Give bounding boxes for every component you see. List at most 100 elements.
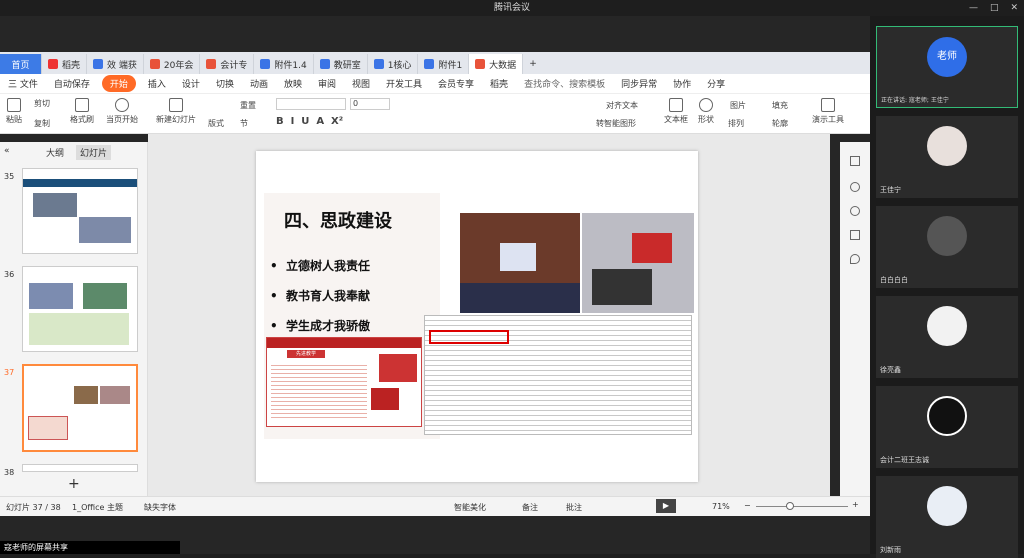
copy-icon[interactable] <box>850 230 860 240</box>
menu-start[interactable]: 开始 <box>101 75 136 92</box>
menu-file[interactable]: 三 文件 <box>0 77 46 90</box>
minimize-button[interactable]: — <box>969 0 978 16</box>
font-name-select[interactable] <box>276 98 346 110</box>
shape-button[interactable]: 形状 <box>698 98 714 125</box>
location-icon[interactable] <box>850 254 860 264</box>
menu-member[interactable]: 会员专享 <box>430 77 482 90</box>
participant-tile[interactable]: 徐亮鑫 <box>876 296 1018 378</box>
tab-outline[interactable]: 大纲 <box>46 146 64 159</box>
share-button[interactable]: 分享 <box>699 77 733 90</box>
play-current-button[interactable]: 当页开始 <box>106 98 138 125</box>
menu-devtools[interactable]: 开发工具 <box>378 77 430 90</box>
tab-doc-2[interactable]: 20年会 <box>144 54 201 74</box>
participant-tile[interactable]: 刘新雨 <box>876 476 1018 558</box>
menu-design[interactable]: 设计 <box>174 77 208 90</box>
participant-tile[interactable]: 王佳宁 <box>876 116 1018 198</box>
settings-icon[interactable] <box>850 156 860 166</box>
menu-docer[interactable]: 稻壳 <box>482 77 516 90</box>
photo-ceremony <box>582 213 694 313</box>
tab-slides[interactable]: 幻灯片 <box>76 145 112 160</box>
menu-review[interactable]: 审阅 <box>310 77 344 90</box>
outline-button[interactable]: 轮廓 <box>772 118 788 129</box>
ppt-icon <box>206 59 217 69</box>
avatar <box>927 216 967 256</box>
collapse-button[interactable]: « <box>4 146 10 156</box>
status-bar: 幻灯片 37 / 38 1_Office 主题 缺失字体 智能美化 备注 批注 … <box>0 496 870 516</box>
beautify-button[interactable]: 智能美化 <box>454 502 486 513</box>
reset-button[interactable]: 重置 <box>240 100 256 111</box>
tab-docer[interactable]: 稻壳 <box>42 54 88 74</box>
align-label: 对齐文本 <box>606 101 638 110</box>
slide-thumb-37[interactable] <box>22 364 138 452</box>
format-painter-button[interactable]: 格式刷 <box>70 98 94 125</box>
tab-doc-active[interactable]: 大数据 <box>469 54 524 74</box>
play-icon <box>115 98 129 112</box>
comment-button[interactable]: 批注 <box>566 502 582 513</box>
picture-button[interactable]: 图片 <box>730 100 746 111</box>
section-button[interactable]: 节 <box>240 118 248 129</box>
maximize-button[interactable]: □ <box>990 0 999 16</box>
menu-slideshow[interactable]: 放映 <box>276 77 310 90</box>
tab-home[interactable]: 首页 <box>0 54 42 74</box>
tab-doc-4[interactable]: 附件1.4 <box>254 54 314 74</box>
close-button[interactable]: ✕ <box>1010 0 1018 16</box>
zoom-in-button[interactable]: + <box>852 500 859 509</box>
news-image: 先进教学 <box>266 337 422 427</box>
font-size-select[interactable]: 0 <box>350 98 390 110</box>
tab-label: 效 端获 <box>107 60 137 71</box>
tab-doc-6[interactable]: 1核心 <box>368 54 419 74</box>
new-slide-label: 新建幻灯片 <box>156 115 196 124</box>
missing-font-button[interactable]: 缺失字体 <box>144 502 176 513</box>
tab-label: 20年会 <box>163 60 194 71</box>
help-icon[interactable] <box>850 206 860 216</box>
menu-insert[interactable]: 插入 <box>140 77 174 90</box>
word-icon <box>424 59 435 69</box>
slide-thumb-35[interactable] <box>22 168 138 254</box>
slide-heading: 四、思政建设 <box>284 211 392 232</box>
speaking-indicator: 正在讲话: 寇老师; 王佳宁 <box>881 97 949 104</box>
docer-icon <box>48 59 58 69</box>
participant-tile[interactable]: 会计二班王志诚 <box>876 386 1018 468</box>
cut-button[interactable]: 剪切 <box>34 98 50 109</box>
new-slide-button[interactable]: 新建幻灯片 <box>156 98 196 125</box>
textbox-button[interactable]: 文本框 <box>664 98 688 125</box>
notes-button[interactable]: 备注 <box>522 502 538 513</box>
slide-number: 36 <box>4 270 15 279</box>
tab-label: 会计专 <box>220 60 248 71</box>
add-slide-button[interactable]: + <box>68 476 80 492</box>
sync-status[interactable]: 同步异常 <box>613 77 665 90</box>
zoom-slider[interactable] <box>756 506 848 507</box>
arrange-button[interactable]: 排列 <box>728 118 744 129</box>
copy-button[interactable]: 复制 <box>34 118 50 129</box>
tab-doc-7[interactable]: 附件1 <box>418 54 470 74</box>
slide-thumb-36[interactable] <box>22 266 138 352</box>
play-slideshow-button[interactable]: ▶ <box>656 499 676 513</box>
smartart-button[interactable]: 转智能图形 <box>596 118 636 129</box>
slide-thumb-38[interactable] <box>22 464 138 472</box>
new-tab-button[interactable]: + <box>523 54 543 74</box>
layout-button[interactable]: 版式 <box>208 118 224 129</box>
tab-doc-3[interactable]: 会计专 <box>200 54 255 74</box>
align-text-button[interactable]: 对齐文本 <box>606 100 638 111</box>
menu-animation[interactable]: 动画 <box>242 77 276 90</box>
fill-button[interactable]: 填充 <box>772 100 788 111</box>
current-slide[interactable]: 四、思政建设 • 立德树人我责任 • 教书育人我奉献 • 学生成才我骄傲 先进教… <box>256 151 698 482</box>
participant-tile[interactable]: 白白白白 <box>876 206 1018 288</box>
participant-name: 会计二班王志诚 <box>880 456 929 464</box>
tab-doc-1[interactable]: 效 端获 <box>87 54 144 74</box>
menu-view[interactable]: 视图 <box>344 77 378 90</box>
participant-tile[interactable]: 老师 正在讲话: 寇老师; 王佳宁 <box>876 26 1018 108</box>
presenter-tools-button[interactable]: 演示工具 <box>812 98 844 125</box>
search-command[interactable]: 查找命令、搜索模板 <box>516 77 613 90</box>
bullet-item: • 立德树人我责任 <box>270 259 371 273</box>
collaborate-button[interactable]: 协作 <box>665 77 699 90</box>
menu-transition[interactable]: 切换 <box>208 77 242 90</box>
paste-button[interactable]: 粘贴 <box>6 98 22 125</box>
autosave-toggle[interactable]: 自动保存 <box>46 77 98 90</box>
zoom-slider-thumb[interactable] <box>786 502 794 510</box>
pin-icon[interactable] <box>850 182 860 192</box>
tab-doc-5[interactable]: 教研室 <box>314 54 368 74</box>
zoom-out-button[interactable]: − <box>744 501 751 510</box>
format-buttons[interactable]: B I U A X² <box>276 116 343 127</box>
picture-label: 图片 <box>730 101 746 110</box>
